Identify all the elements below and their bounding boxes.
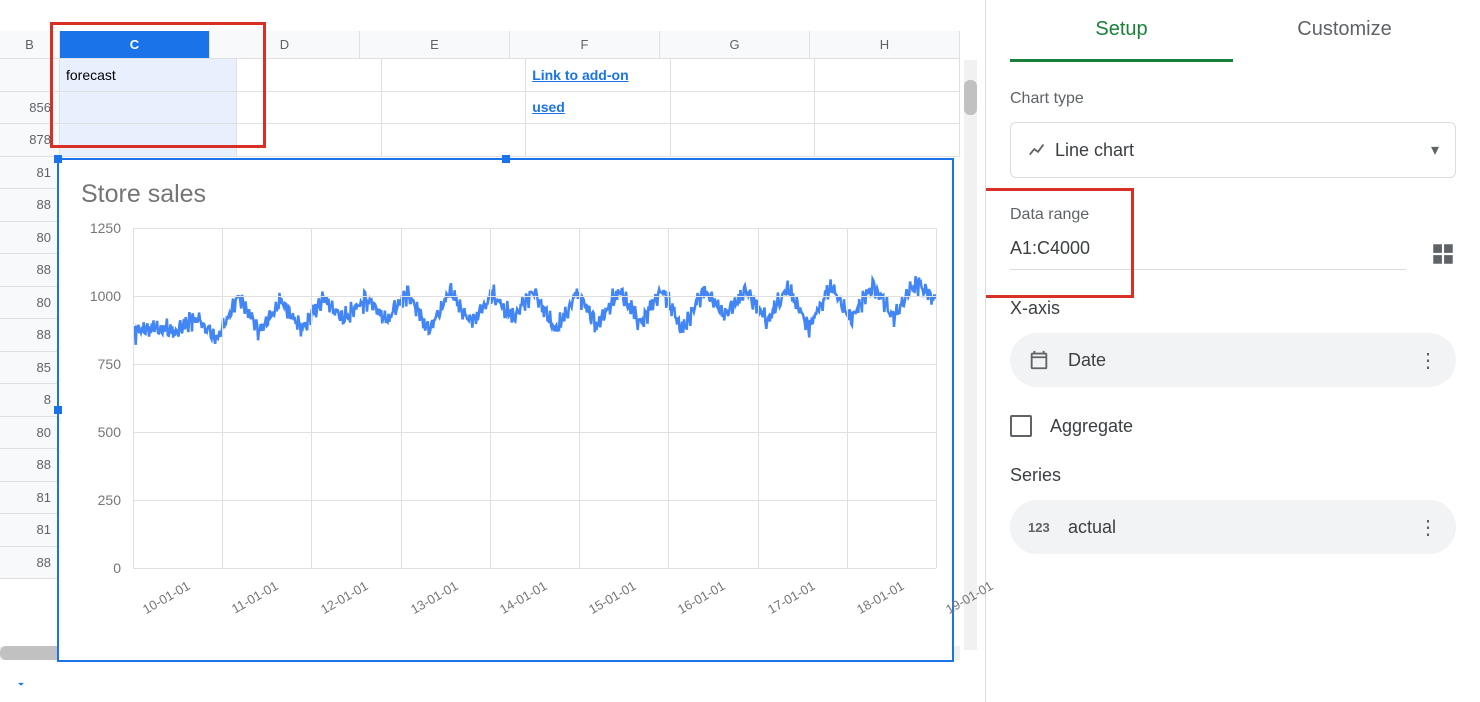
chevron-down-icon bbox=[14, 677, 28, 691]
row-num[interactable]: 8 bbox=[0, 384, 60, 417]
row-num[interactable]: 80 bbox=[0, 287, 60, 320]
cell[interactable] bbox=[671, 124, 816, 156]
annotation-box-column bbox=[50, 22, 266, 148]
row-num[interactable]: 85 bbox=[0, 352, 60, 385]
cell[interactable] bbox=[526, 92, 671, 124]
more-icon[interactable]: ⋮ bbox=[1418, 348, 1438, 373]
row-num[interactable]: 81 bbox=[0, 157, 60, 190]
xaxis-field[interactable]: Date ⋮ bbox=[1010, 333, 1456, 387]
aggregate-label: Aggregate bbox=[1050, 416, 1133, 437]
xaxis-value: Date bbox=[1068, 350, 1418, 371]
editor-tabs: Setup Customize bbox=[1010, 0, 1456, 62]
series-field[interactable]: 123 actual ⋮ bbox=[1010, 500, 1456, 554]
cell[interactable] bbox=[815, 92, 960, 124]
cell[interactable] bbox=[382, 124, 527, 156]
chart-type-value: Line chart bbox=[1055, 140, 1431, 161]
chart-title: Store sales bbox=[59, 160, 952, 209]
cell[interactable] bbox=[526, 124, 671, 156]
chart-type-label: Chart type bbox=[1010, 90, 1456, 108]
cell[interactable] bbox=[815, 124, 960, 156]
annotation-box-range bbox=[985, 188, 1134, 298]
line-chart-icon bbox=[1027, 139, 1055, 161]
row-num[interactable]: 81 bbox=[0, 514, 60, 547]
tab-setup[interactable]: Setup bbox=[1010, 18, 1233, 62]
resize-handle[interactable] bbox=[54, 406, 62, 414]
chevron-down-icon: ▾ bbox=[1431, 140, 1439, 160]
cell[interactable] bbox=[382, 92, 527, 124]
tab-customize[interactable]: Customize bbox=[1233, 18, 1456, 62]
xaxis-label: X-axis bbox=[1010, 298, 1456, 319]
cell[interactable] bbox=[382, 59, 527, 91]
cell[interactable] bbox=[815, 59, 960, 91]
more-icon[interactable]: ⋮ bbox=[1418, 515, 1438, 540]
series-label: Series bbox=[1010, 465, 1456, 486]
row-num[interactable]: 88 bbox=[0, 547, 60, 580]
spreadsheet-panel: B C D E F G H 856 878 81 88 80 88 80 88 … bbox=[0, 0, 985, 702]
addon-link[interactable]: Link to add-on used bbox=[526, 59, 671, 91]
row-num[interactable]: 88 bbox=[0, 319, 60, 352]
row-num[interactable]: 80 bbox=[0, 417, 60, 450]
calendar-icon bbox=[1028, 349, 1068, 371]
row-num[interactable]: 81 bbox=[0, 482, 60, 515]
col-header-E[interactable]: E bbox=[360, 31, 510, 59]
resize-handle[interactable] bbox=[54, 155, 62, 163]
chart-object[interactable]: Store sales 025050075010001250 10-01-011… bbox=[57, 158, 954, 662]
cell[interactable] bbox=[671, 59, 816, 91]
row-num[interactable]: 88 bbox=[0, 254, 60, 287]
col-header-H[interactable]: H bbox=[810, 31, 960, 59]
row-num[interactable]: 80 bbox=[0, 222, 60, 255]
select-range-icon[interactable] bbox=[1430, 241, 1456, 267]
row-num[interactable]: 88 bbox=[0, 449, 60, 482]
cell[interactable] bbox=[671, 92, 816, 124]
sheet-tab-menu[interactable] bbox=[0, 666, 42, 702]
series-value: actual bbox=[1068, 517, 1418, 538]
scrollbar-thumb[interactable] bbox=[964, 80, 977, 115]
chart-plot: 025050075010001250 10-01-0111-01-0112-01… bbox=[81, 228, 936, 638]
row-num[interactable]: 88 bbox=[0, 189, 60, 222]
aggregate-checkbox[interactable] bbox=[1010, 415, 1032, 437]
chart-type-select[interactable]: Line chart ▾ bbox=[1010, 122, 1456, 178]
col-header-F[interactable]: F bbox=[510, 31, 660, 59]
number-icon: 123 bbox=[1028, 520, 1068, 535]
col-header-G[interactable]: G bbox=[660, 31, 810, 59]
chart-editor-panel: Setup Customize Chart type Line chart ▾ … bbox=[985, 0, 1480, 702]
vertical-scrollbar[interactable] bbox=[964, 60, 977, 650]
resize-handle[interactable] bbox=[502, 155, 510, 163]
